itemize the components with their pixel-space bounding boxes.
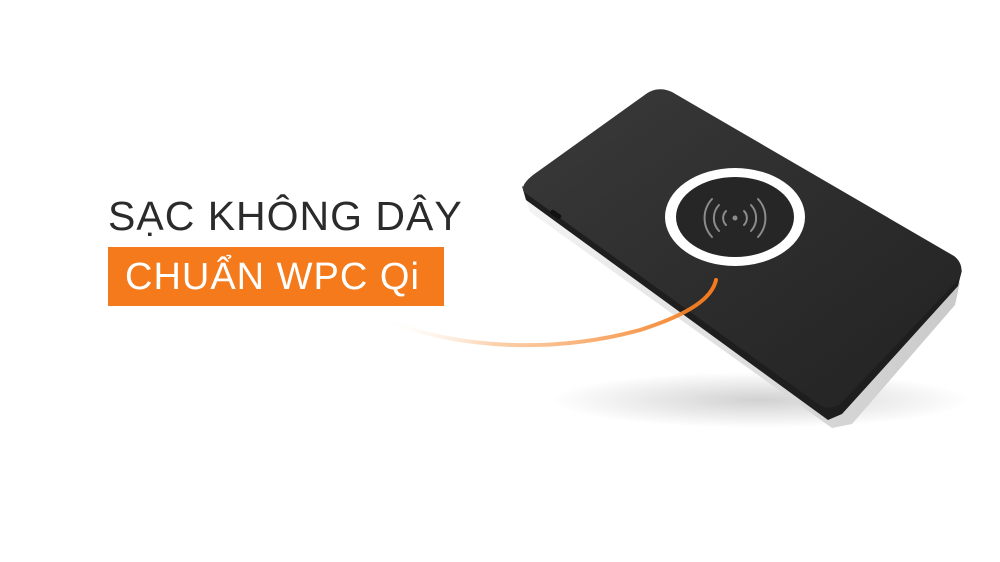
highlight-tag: CHUẨN WPC Qi — [108, 247, 444, 306]
headline-title: SẠC KHÔNG DÂY — [108, 193, 463, 239]
promo-banner: SẠC KHÔNG DÂY CHUẨN WPC Qi — [0, 0, 1000, 562]
device-shadow — [550, 372, 970, 428]
highlight-tag-label: CHUẨN WPC Qi — [125, 255, 420, 298]
